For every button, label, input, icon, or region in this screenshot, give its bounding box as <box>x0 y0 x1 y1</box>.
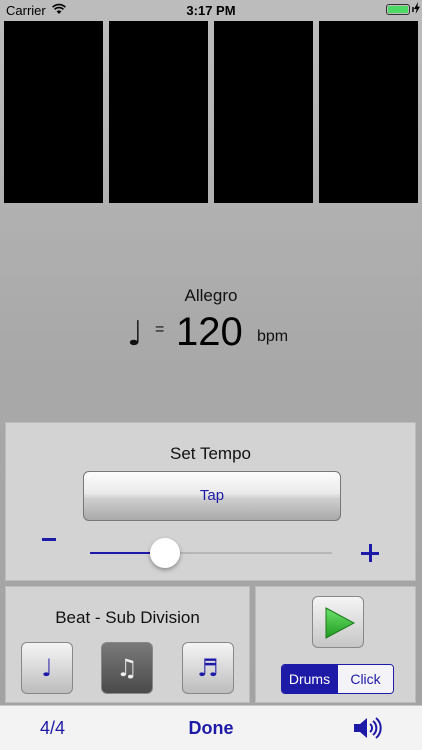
done-button[interactable] <box>180 711 242 745</box>
bpm-unit: bpm <box>257 328 289 345</box>
minus-icon <box>42 538 56 541</box>
increase-tempo-button[interactable] <box>358 541 382 565</box>
beat-indicator-3 <box>214 21 313 203</box>
quarter-note-icon: ♩ <box>41 654 53 682</box>
sound-mode-segmented-control: Drums Click <box>281 664 394 694</box>
bpm-value: 120 <box>176 310 243 354</box>
battery-icon <box>386 4 410 15</box>
clock: 3:17 PM <box>186 3 236 18</box>
battery-level <box>388 6 408 13</box>
beat-indicator-2 <box>109 21 208 203</box>
subdivision-eighth-button[interactable]: ♫ <box>101 642 153 694</box>
lightning-icon <box>414 2 420 14</box>
tempo-slider-thumb[interactable] <box>150 538 181 568</box>
bottom-toolbar: 4/4 Done <box>0 705 422 750</box>
set-tempo-title: Set Tempo <box>170 444 251 463</box>
plus-icon-vertical <box>368 544 372 562</box>
status-bar: Carrier 3:17 PM <box>0 0 422 20</box>
click-segment[interactable]: Click <box>337 665 393 693</box>
beat-indicator-4 <box>319 21 418 203</box>
subdivision-triplet-button[interactable]: ♬ <box>182 642 234 694</box>
play-icon <box>325 607 355 639</box>
time-signature-button[interactable]: 4/4 <box>40 718 65 739</box>
beat-indicators <box>4 21 418 203</box>
set-tempo-panel: Set Tempo Tap <box>5 422 416 581</box>
beat-indicator-1 <box>4 21 103 203</box>
tempo-marking: Allegro <box>184 286 238 305</box>
play-button[interactable] <box>312 596 364 648</box>
triplet-notes-icon: ♬ <box>197 654 219 682</box>
transport-panel: Drums Click <box>255 586 416 703</box>
equals-sign: = <box>155 321 165 338</box>
speaker-icon[interactable] <box>352 715 382 741</box>
eighth-notes-icon: ♫ <box>116 654 138 682</box>
subdivision-panel: Beat - Sub Division ♩ ♫ ♬ <box>5 586 250 703</box>
tap-button[interactable]: Tap <box>83 471 341 521</box>
quarter-note-icon: ♩ <box>127 314 144 354</box>
tempo-slider[interactable] <box>90 552 332 554</box>
tempo-display: ♩ = 120 bpm <box>0 306 422 356</box>
subdivision-quarter-button[interactable]: ♩ <box>21 642 73 694</box>
subdivision-title: Beat - Sub Division <box>55 608 200 627</box>
drums-segment[interactable]: Drums <box>282 665 337 693</box>
decrease-tempo-button[interactable] <box>36 528 62 554</box>
